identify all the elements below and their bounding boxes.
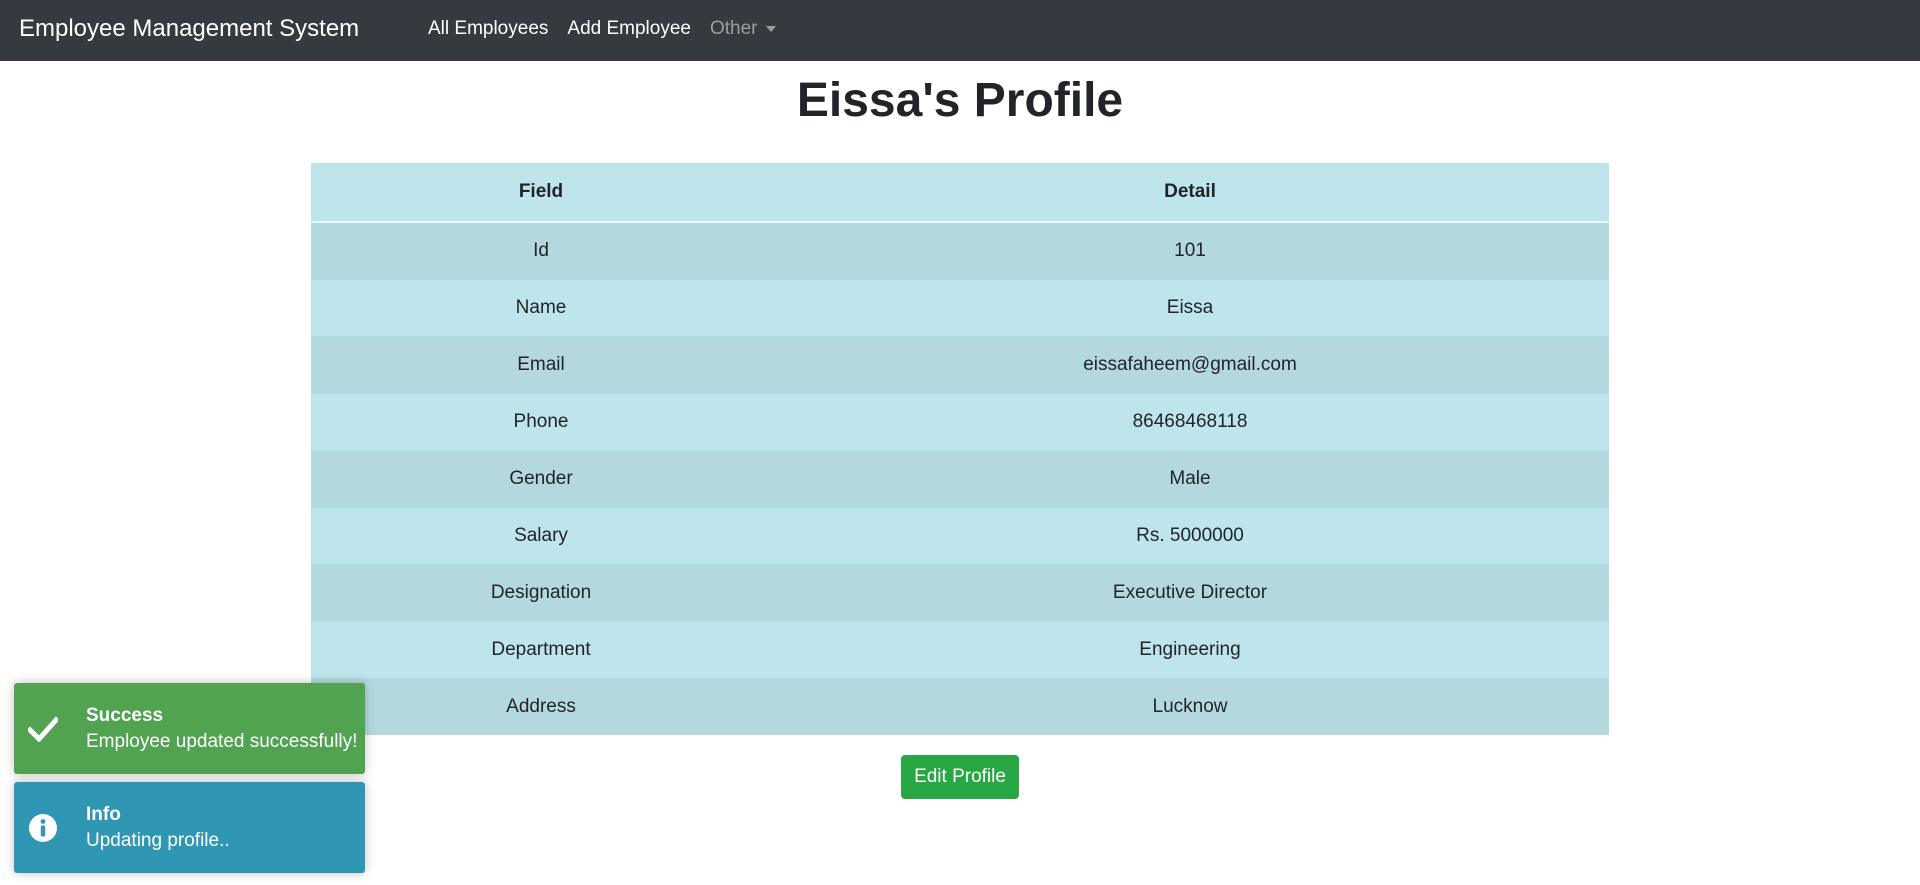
header-field: Field [311,163,771,223]
table-row: Email eissafaheem@gmail.com [311,335,1609,393]
toast-message: Updating profile.. [86,829,230,851]
profile-table: Field Detail Id 101 Name Eissa Email eis… [311,163,1609,735]
row-detail: eissafaheem@gmail.com [771,335,1609,393]
row-field: Gender [311,449,771,507]
nav-link-add-employee[interactable]: Add Employee [567,17,691,41]
row-detail: Male [771,449,1609,507]
info-icon [14,782,72,873]
row-field: Email [311,335,771,393]
table-row: Phone 86468468118 [311,392,1609,450]
toast-title: Info [86,803,121,825]
row-detail: Lucknow [771,677,1609,735]
caret-down-icon [765,26,776,32]
toast-info[interactable]: Info Updating profile.. [14,782,365,873]
toast-success[interactable]: Success Employee updated successfully! [14,683,365,774]
header-detail: Detail [771,163,1609,223]
nav-link-all-employees[interactable]: All Employees [428,17,548,41]
toast-message: Employee updated successfully! [86,730,358,752]
row-field: Phone [311,392,771,450]
table-header-row: Field Detail [311,163,1609,223]
table-row: Address Lucknow [311,677,1609,735]
table-row: Name Eissa [311,278,1609,336]
edit-profile-button[interactable]: Edit Profile [901,755,1019,799]
check-icon [14,683,72,774]
row-field: Salary [311,506,771,564]
toast-body: Info Updating profile.. [72,802,230,854]
row-field: Department [311,620,771,678]
row-detail: Executive Director [771,563,1609,621]
row-detail: 101 [771,221,1609,279]
page-title: Eissa's Profile [796,74,1124,127]
toast-body: Success Employee updated successfully! [72,703,357,755]
nav-dropdown-label: Other [709,18,758,39]
row-detail: Engineering [771,620,1609,678]
row-field: Name [311,278,771,336]
nav-links: All Employees Add Employee Other [428,17,795,41]
table-row: Gender Male [311,449,1609,507]
nav-dropdown-other[interactable]: Other [710,17,776,41]
table-row: Id 101 [311,221,1609,279]
table-row: Salary Rs. 5000000 [311,506,1609,564]
row-detail: Eissa [771,278,1609,336]
table-row: Designation Executive Director [311,563,1609,621]
row-detail: 86468468118 [771,392,1609,450]
row-field: Id [311,221,771,279]
navbar: Employee Management System All Employees… [0,0,1920,61]
table-row: Department Engineering [311,620,1609,678]
row-field: Designation [311,563,771,621]
toast-title: Success [86,704,164,726]
row-field: Address [311,677,771,735]
row-detail: Rs. 5000000 [771,506,1609,564]
navbar-brand[interactable]: Employee Management System [19,15,359,43]
